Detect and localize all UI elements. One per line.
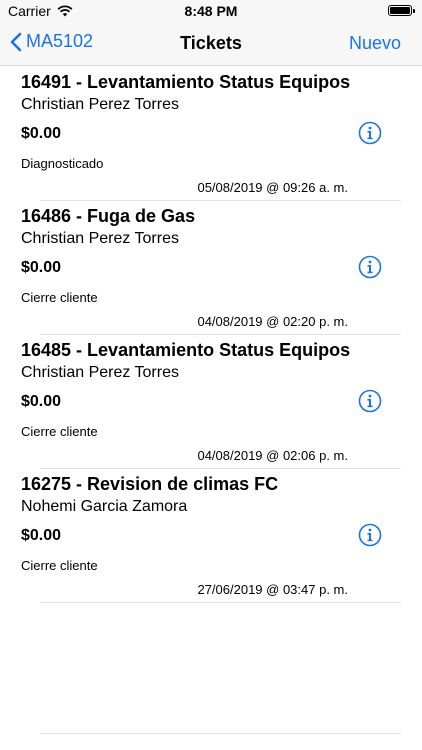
- ticket-amount: $0.00: [21, 393, 62, 410]
- ticket-title: 16485 - Levantamiento Status Equipos: [21, 340, 351, 360]
- ticket-title: 16486 - Fuga de Gas: [21, 206, 196, 226]
- ticket-row[interactable]: 16491 - Levantamiento Status Equipos Chr…: [0, 67, 422, 201]
- ticket-row[interactable]: 16275 - Revision de climas FC Nohemi Gar…: [0, 469, 422, 603]
- ticket-amount: $0.00: [21, 125, 62, 142]
- ticket-date: 04/08/2019 @ 02:20 p. m.: [197, 314, 348, 329]
- ticket-owner: Nohemi Garcia Zamora: [21, 498, 188, 515]
- battery-icon: [388, 5, 415, 16]
- new-ticket-button[interactable]: Nuevo: [349, 33, 401, 54]
- ticket-date: 05/08/2019 @ 09:26 a. m.: [197, 180, 348, 195]
- ticket-date: 27/06/2019 @ 03:47 p. m.: [197, 582, 348, 597]
- ticket-title: 16491 - Levantamiento Status Equipos: [21, 72, 351, 92]
- info-circle-icon[interactable]: [358, 523, 382, 547]
- ticket-owner: Christian Perez Torres: [21, 230, 179, 247]
- ticket-amount: $0.00: [21, 527, 62, 544]
- ticket-owner: Christian Perez Torres: [21, 364, 179, 381]
- ticket-date: 04/08/2019 @ 02:06 p. m.: [197, 448, 348, 463]
- ticket-status: Cierre cliente: [21, 558, 98, 573]
- ticket-list: 16491 - Levantamiento Status Equipos Chr…: [0, 67, 422, 603]
- empty-row-divider: [40, 733, 401, 734]
- ticket-title: 16275 - Revision de climas FC: [21, 474, 279, 494]
- info-circle-icon[interactable]: [358, 121, 382, 145]
- status-time: 8:48 PM: [184, 3, 238, 19]
- ticket-status: Cierre cliente: [21, 290, 98, 305]
- ticket-row[interactable]: 16485 - Levantamiento Status Equipos Chr…: [0, 335, 422, 469]
- navigation-bar: MA5102 Tickets Nuevo: [0, 22, 422, 66]
- info-circle-icon[interactable]: [358, 255, 382, 279]
- ticket-owner: Christian Perez Torres: [21, 96, 179, 113]
- row-divider: [40, 602, 401, 603]
- status-bar: Carrier 8:48 PM: [0, 0, 422, 22]
- ticket-status: Cierre cliente: [21, 424, 98, 439]
- ticket-amount: $0.00: [21, 259, 62, 276]
- ticket-status: Diagnosticado: [21, 156, 104, 171]
- info-circle-icon[interactable]: [358, 389, 382, 413]
- ticket-row[interactable]: 16486 - Fuga de Gas Christian Perez Torr…: [0, 201, 422, 335]
